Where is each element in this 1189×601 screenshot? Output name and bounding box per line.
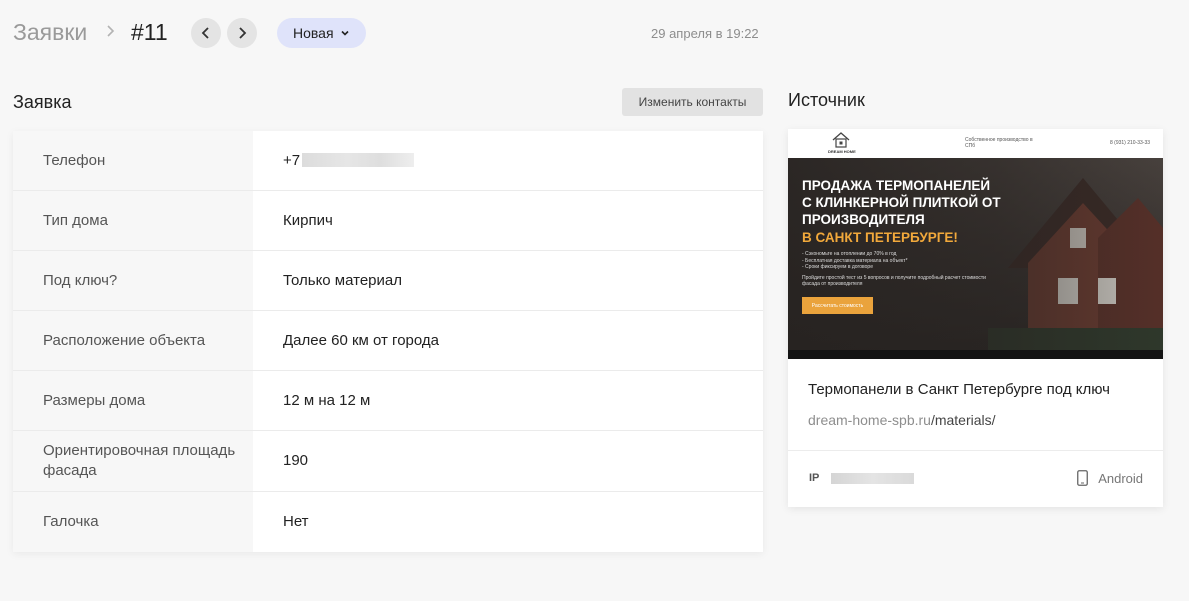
source-url-host: dream-home-spb.ru xyxy=(808,412,931,428)
row-value: Кирпич xyxy=(283,212,333,229)
preview-phone: 8 (931) 210-33-33 xyxy=(1110,140,1151,146)
row-label: Галочка xyxy=(43,513,99,530)
phone-redacted xyxy=(302,153,415,167)
page-header: Заявки #11 Новая 29 апреля в 19:22 xyxy=(0,0,1189,66)
source-page-preview[interactable]: DREAM HOME Собственное производство в СП… xyxy=(788,129,1163,359)
request-section-title: Заявка xyxy=(13,92,72,112)
row-label: Размеры дома xyxy=(43,392,146,409)
status-dropdown[interactable]: Новая xyxy=(277,18,366,48)
row-label: Ориентировочная площадь фасада xyxy=(43,442,236,479)
row-value: 190 xyxy=(283,452,309,469)
preview-headline-line: ПРОДАЖА ТЕРМОПАНЕЛЕЙ xyxy=(802,178,991,193)
source-section-title: Источник xyxy=(788,90,865,110)
source-url-path: /materials/ xyxy=(930,412,996,428)
preview-calc-button: Рассчитать стоимость xyxy=(802,297,873,314)
preview-cta-text: Пройдите простой тест из 5 вопросов и по… xyxy=(802,274,986,288)
request-date: 29 апреля в 19:22 xyxy=(651,26,759,41)
table-row: Галочка Нет xyxy=(13,492,763,552)
request-details-table: Телефон +7 Тип дома Кирпич Под ключ? Тол… xyxy=(13,131,763,552)
preview-tagline: Собственное производство в СПб xyxy=(965,137,1033,149)
edit-contacts-button[interactable]: Изменить контакты xyxy=(622,88,763,116)
chevron-left-icon xyxy=(201,27,209,39)
device-label: Android xyxy=(1098,470,1143,486)
chevron-right-icon xyxy=(107,25,115,37)
preview-bullet: - Сроки фиксируем в договоре xyxy=(802,264,873,270)
house-logo-icon xyxy=(832,132,850,148)
ip-label: IP xyxy=(809,472,820,484)
table-row: Телефон +7 xyxy=(13,131,763,191)
table-row: Размеры дома 12 м на 12 м xyxy=(13,371,763,431)
source-page-title: Термопанели в Санкт Петербурге под ключ xyxy=(808,381,1110,398)
breadcrumb-requests[interactable]: Заявки xyxy=(13,19,87,46)
preview-headline-accent: В САНКТ ПЕТЕРБУРГЕ! xyxy=(802,230,958,245)
request-id: #11 xyxy=(131,19,168,45)
table-row: Под ключ? Только материал xyxy=(13,251,763,311)
row-label: Расположение объекта xyxy=(43,332,206,349)
row-label: Под ключ? xyxy=(43,272,118,289)
status-label: Новая xyxy=(293,25,334,41)
chevron-right-icon xyxy=(239,27,247,39)
source-url-link[interactable]: dream-home-spb.ru/materials/ xyxy=(808,412,996,428)
ip-redacted xyxy=(831,473,914,484)
row-value: Только материал xyxy=(283,272,402,289)
chevron-down-icon xyxy=(340,30,349,36)
row-label: Телефон xyxy=(43,152,106,169)
row-value: Далее 60 км от города xyxy=(283,332,439,349)
row-value: Нет xyxy=(283,513,309,530)
divider xyxy=(788,450,1163,451)
preview-headline-line: С КЛИНКЕРНОЙ ПЛИТКОЙ ОТ xyxy=(802,195,1001,210)
preview-logo: DREAM HOME xyxy=(828,149,856,154)
phone-prefix: +7 xyxy=(283,152,301,169)
preview-bottom-bar xyxy=(788,350,1163,359)
table-row: Тип дома Кирпич xyxy=(13,191,763,251)
table-row: Ориентировочная площадь фасада 190 xyxy=(13,431,763,492)
preview-bullets: - Сэкономьте на отоплении до 70% в год -… xyxy=(802,251,992,288)
row-value: 12 м на 12 м xyxy=(283,392,371,409)
preview-headline: ПРОДАЖА ТЕРМОПАНЕЛЕЙ С КЛИНКЕРНОЙ ПЛИТКО… xyxy=(802,177,1001,228)
table-row: Расположение объекта Далее 60 км от горо… xyxy=(13,311,763,371)
preview-header: DREAM HOME Собственное производство в СП… xyxy=(788,129,1163,158)
source-card: DREAM HOME Собственное производство в СП… xyxy=(788,129,1163,507)
device-info: Android xyxy=(1077,470,1143,486)
prev-request-button[interactable] xyxy=(191,18,221,48)
preview-headline-line: ПРОИЗВОДИТЕЛЯ xyxy=(802,212,925,227)
phone-icon xyxy=(1077,470,1089,486)
next-request-button[interactable] xyxy=(227,18,257,48)
row-label: Тип дома xyxy=(43,212,108,229)
row-value-phone: +7 xyxy=(283,151,415,171)
